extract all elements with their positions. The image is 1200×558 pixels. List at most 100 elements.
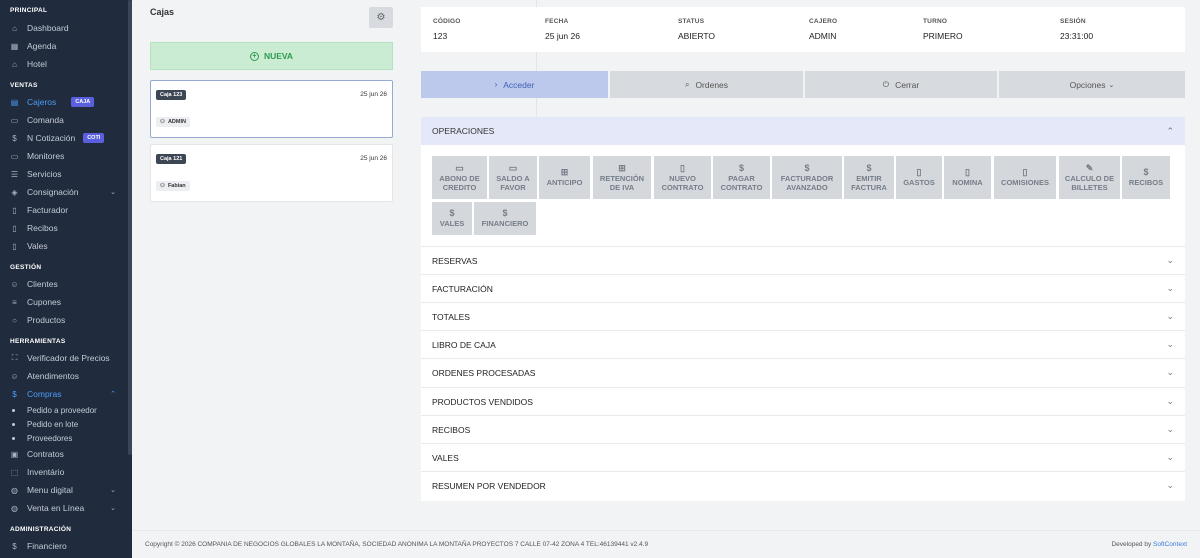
new-caja-button[interactable]: + NUEVA (150, 42, 393, 70)
section-ordenes-procesadas[interactable]: ORDENES PROCESADAS ⌄ (421, 358, 1185, 386)
sidebar-item-recibos[interactable]: ▯ Recibos (0, 219, 132, 237)
vales-button[interactable]: $ VALES (432, 202, 472, 235)
financiero-button[interactable]: $ FINANCIERO (474, 202, 536, 235)
sidebar-subitem-proveedores[interactable]: Proveedores (0, 431, 132, 445)
comisiones-button[interactable]: ▯ COMISIONES (994, 156, 1056, 199)
section-totales[interactable]: TOTALES ⌄ (421, 302, 1185, 330)
sidebar-item-cajeros[interactable]: ▤ Cajeros CAJA (0, 93, 132, 111)
dollar-icon: $ (449, 208, 455, 218)
section-vales[interactable]: VALES ⌄ (421, 443, 1185, 471)
section-label: LIBRO DE CAJA (432, 339, 496, 350)
sidebar-item-cupones[interactable]: ≡ Cupones (0, 293, 132, 311)
opciones-button[interactable]: Opciones ⌄ (999, 71, 1185, 98)
acceder-button[interactable]: › Acceder (421, 71, 608, 98)
sidebar-item-financiero[interactable]: $ Financiero (0, 537, 132, 555)
facturador-avanzado-button[interactable]: $ FACTURADOR AVANZADO (772, 156, 842, 199)
gastos-button[interactable]: ▯ GASTOS (896, 156, 942, 199)
section-productos-vendidos[interactable]: PRODUCTOS VENDIDOS ⌄ (421, 387, 1185, 415)
sidebar-item-contratos[interactable]: ▣ Contratos (0, 445, 132, 463)
file-icon: ▯ (12, 223, 17, 233)
sidebar-subitem-pedido-lote[interactable]: Pedido en lote (0, 417, 132, 431)
sidebar-item-productos[interactable]: ○ Productos (0, 311, 132, 329)
plus-square-icon: ⊞ (560, 167, 569, 177)
info-label: CÓDIGO (433, 18, 461, 25)
sidebar-item-label: Productos (27, 315, 66, 325)
section-recibos[interactable]: RECIBOS ⌄ (421, 415, 1185, 443)
sidebar-item-hotel[interactable]: ⌂ Hotel (0, 55, 132, 73)
sidebar-item-atendimientos[interactable]: ☺ Atendimentos (0, 367, 132, 385)
ordenes-button[interactable]: ⌕ Ordenes (610, 71, 803, 98)
sidebar-item-facturador[interactable]: ▯ Facturador (0, 201, 132, 219)
sidebar-subitem-label: Pedido a proveedor (27, 405, 97, 415)
button-label: NOMINA (952, 178, 983, 187)
pagar-contrato-button[interactable]: $ PAGAR CONTRATO (713, 156, 770, 199)
nomina-button[interactable]: ▯ NOMINA (944, 156, 991, 199)
retencion-iva-button[interactable]: ⊞ RETENCIÓN DE IVA (593, 156, 651, 199)
caja-date: 25 jun 26 (360, 91, 387, 98)
sidebar-item-servicios[interactable]: ☰ Servicios (0, 165, 132, 183)
section-administracion: ADMINISTRACIÓN (10, 526, 72, 533)
sidebar-item-dashboard[interactable]: ⌂ Dashboard (0, 19, 132, 37)
recibos-button[interactable]: $ RECIBOS (1122, 156, 1170, 199)
power-icon: ⏻ (882, 79, 890, 89)
developer-link[interactable]: SoftContext (1153, 541, 1187, 548)
chevron-down-icon: ⌄ (1166, 452, 1174, 462)
section-libro-caja[interactable]: LIBRO DE CAJA ⌄ (421, 330, 1185, 358)
sidebar-item-label: Cupones (27, 297, 62, 307)
sidebar-subitem-pedido-proveedor[interactable]: Pedido a proveedor (0, 403, 132, 417)
calculo-billetes-button[interactable]: ✎ CALCULO DE BILLETES (1059, 156, 1120, 199)
sidebar-item-venta-linea[interactable]: ◍ Venta en Línea ⌄ (0, 499, 132, 517)
dollar-icon: $ (738, 162, 744, 173)
operaciones-header[interactable]: OPERACIONES ⌃ (421, 117, 1185, 145)
section-reservas[interactable]: RESERVAS ⌄ (421, 246, 1185, 274)
cerrar-button[interactable]: ⏻ Cerrar (805, 71, 997, 98)
section-label: ORDENES PROCESADAS (432, 367, 536, 378)
nuevo-contrato-button[interactable]: ▯ NUEVO CONTRATO (654, 156, 711, 199)
bullet-icon (12, 436, 15, 440)
dollar-icon: $ (12, 133, 17, 143)
sidebar-item-verificador[interactable]: ⛶ Verificador de Precios (0, 349, 132, 367)
sidebar-item-vales[interactable]: ▯ Vales (0, 237, 132, 255)
dollar-icon: $ (1143, 167, 1149, 177)
section-resumen-vendedor[interactable]: RESUMEN POR VENDEDOR ⌄ (421, 471, 1185, 499)
emitir-factura-button[interactable]: $ EMITIR FACTURA (844, 156, 894, 199)
sidebar-item-comanda[interactable]: ▭ Comanda (0, 111, 132, 129)
section-herramientas: HERRAMIENTAS (10, 338, 66, 345)
sidebar-item-monitores[interactable]: ▭ Monitores (0, 147, 132, 165)
caja-user-label: ADMIN (167, 119, 186, 125)
sidebar-item-compras[interactable]: $ Compras ⌃ (0, 385, 132, 403)
copyright-text: Copyright © 2026 COMPANIA DE NEGOCIOS GL… (145, 541, 649, 548)
section-facturacion[interactable]: FACTURACIÓN ⌄ (421, 274, 1185, 302)
anticipo-button[interactable]: ⊞ ANTICIPO (539, 156, 590, 199)
chevron-down-icon: ⌄ (1108, 81, 1115, 89)
chevron-down-icon: ⌄ (110, 189, 116, 196)
gear-icon: ⚙ (376, 12, 386, 23)
card-icon: ▭ (455, 162, 464, 173)
developed-by: Developed by SoftContext (1111, 541, 1187, 548)
caja-card[interactable]: Caja 123 25 jun 26 ⚇ ADMIN (150, 80, 393, 138)
sidebar-item-menu-digital[interactable]: ◍ Menu digital ⌄ (0, 481, 132, 499)
caja-card[interactable]: Caja 121 25 jun 26 ⚇ Fabian (150, 144, 393, 202)
user-icon: ⚇ (160, 119, 165, 125)
abono-credito-button[interactable]: ▭ ABONO DE CREDITO (432, 156, 487, 199)
user-icon: ⚇ (160, 183, 165, 189)
sidebar: PRINCIPAL ⌂ Dashboard ▦ Agenda ⌂ Hotel VENT… (0, 0, 132, 558)
sidebar-item-agenda[interactable]: ▦ Agenda (0, 37, 132, 55)
sidebar-item-label: N Cotización (27, 133, 76, 143)
caja-user-badge: ⚇ ADMIN (156, 117, 190, 127)
developed-by-label: Developed by (1111, 541, 1152, 548)
sidebar-item-consignacion[interactable]: ◈ Consignación ⌄ (0, 183, 132, 201)
button-label: COMISIONES (1001, 178, 1049, 187)
search-icon: ○ (12, 315, 17, 325)
saldo-favor-button[interactable]: ▭ SALDO A FAVOR (489, 156, 537, 199)
settings-button[interactable]: ⚙ (369, 7, 393, 28)
chevron-down-icon: ⌄ (1166, 424, 1174, 434)
sidebar-item-clientes[interactable]: ☺ Clientes (0, 275, 132, 293)
button-label: FACTURA (851, 182, 887, 192)
card-icon: ▭ (508, 162, 518, 173)
operaciones-panel: OPERACIONES ⌃ ▭ ABONO DE CREDITO ▭ SALDO A FA… (421, 117, 1185, 501)
info-turno: TURNO PRIMERO (923, 18, 963, 41)
sidebar-item-ncotizacion[interactable]: $ N Cotización COTI (0, 129, 132, 147)
sidebar-item-inventario[interactable]: ⬚ Inventário (0, 463, 132, 481)
caja-tag: Caja 121 (156, 154, 187, 164)
